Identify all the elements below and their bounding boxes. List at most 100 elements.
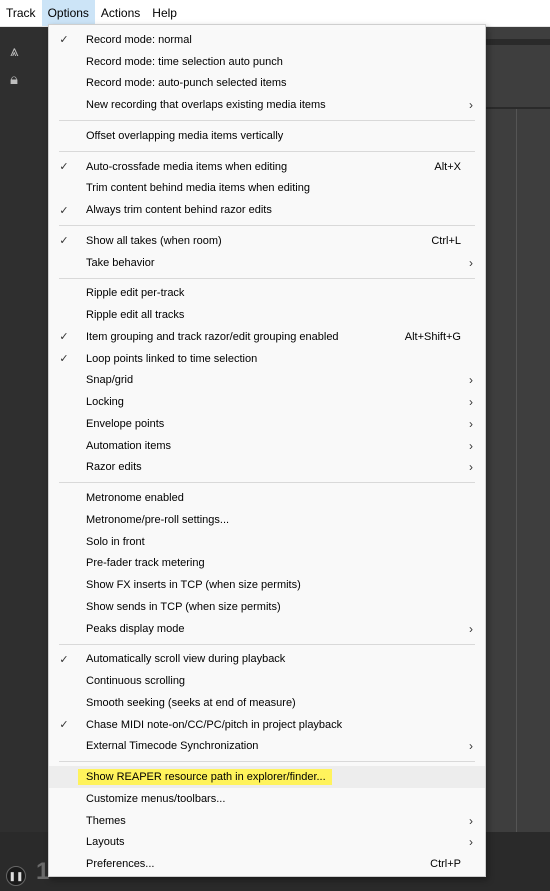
submenu-arrow-icon: › (469, 460, 473, 475)
track-control-panel: ⩓ 🔒︎ (0, 27, 48, 891)
grid-line (516, 109, 517, 859)
menu-item-label: Show REAPER resource path in explorer/fi… (78, 769, 332, 786)
menu-item[interactable]: ✓ Automatically scroll view during playba… (49, 649, 485, 671)
menu-item[interactable]: Automation items › (49, 435, 485, 457)
menu-item[interactable]: Customize menus/toolbars... (49, 788, 485, 810)
menu-item[interactable]: Take behavior › (49, 252, 485, 274)
checkmark-icon: ✓ (59, 719, 69, 732)
menu-item-shortcut: Alt+Shift+G (404, 330, 461, 343)
submenu-arrow-icon: › (469, 621, 473, 636)
menu-item[interactable]: Continuous scrolling (49, 670, 485, 692)
highlight-marker: Show REAPER resource path in explorer/fi… (78, 769, 332, 786)
menu-separator (59, 225, 475, 226)
menubar-help[interactable]: Help (146, 0, 183, 26)
menu-item[interactable]: Locking › (49, 391, 485, 413)
menu-item-label: Item grouping and track razor/edit group… (86, 330, 339, 343)
menu-item-label: Layouts (86, 836, 125, 849)
menu-item[interactable]: New recording that overlaps existing med… (49, 94, 485, 116)
menu-item-label: Show sends in TCP (when size permits) (86, 600, 281, 613)
submenu-arrow-icon: › (469, 395, 473, 410)
menu-item-label: Ripple edit per-track (86, 287, 185, 300)
menu-item-label: Automatically scroll view during playbac… (86, 653, 286, 666)
submenu-arrow-icon: › (469, 813, 473, 828)
options-dropdown-menu: ✓ Record mode: normal Record mode: time se… (48, 24, 486, 877)
lock-icon[interactable]: 🔒︎ (10, 71, 18, 88)
checkmark-icon: ✓ (59, 331, 69, 344)
menu-item[interactable]: Metronome/pre-roll settings... (49, 509, 485, 531)
menu-item[interactable]: Show sends in TCP (when size permits) (49, 596, 485, 618)
menu-item[interactable]: Smooth seeking (seeks at end of measure) (49, 692, 485, 714)
menu-item-label: Record mode: time selection auto punch (86, 55, 283, 68)
menubar-options[interactable]: Options (41, 0, 95, 26)
menu-item[interactable]: ✓ Chase MIDI note-on/CC/PC/pitch in proje… (49, 714, 485, 736)
menu-separator (59, 482, 475, 484)
menu-item-label: Snap/grid (86, 374, 134, 387)
menubar-actions[interactable]: Actions (95, 0, 146, 26)
menu-separator (59, 277, 475, 279)
menu-item-label: Pre-fader track metering (86, 557, 205, 570)
menu-item[interactable]: Snap/grid › (49, 370, 485, 392)
menu-item[interactable]: ✓ Record mode: normal (49, 29, 485, 51)
menu-item-label: Show all takes (when room) (86, 234, 222, 247)
menu-item[interactable]: Trim content behind media items when edi… (49, 178, 485, 200)
menu-item[interactable]: Ripple edit per-track (49, 283, 485, 305)
menu-item[interactable]: Layouts › (49, 832, 485, 854)
submenu-arrow-icon: › (469, 373, 473, 388)
menu-item-label: Continuous scrolling (86, 675, 186, 688)
checkmark-icon: ✓ (59, 204, 69, 217)
menu-item[interactable]: ✓ Auto-crossfade media items when editing… (49, 156, 485, 178)
menu-item-label: Loop points linked to time selection (86, 352, 258, 365)
menu-item-label: Trim content behind media items when edi… (86, 182, 310, 195)
submenu-arrow-icon: › (469, 835, 473, 850)
menu-item[interactable]: ✓ Loop points linked to time selection (49, 348, 485, 370)
submenu-arrow-icon: › (469, 739, 473, 754)
menu-item-label: Smooth seeking (seeks at end of measure) (86, 696, 296, 709)
menu-item-label: Peaks display mode (86, 622, 185, 635)
menubar-track[interactable]: Track (0, 0, 42, 26)
menu-item-label: Themes (86, 814, 126, 827)
menu-item-label: Offset overlapping media items verticall… (86, 129, 284, 142)
menu-item[interactable]: Offset overlapping media items verticall… (49, 125, 485, 147)
menu-item[interactable]: Envelope points › (49, 413, 485, 435)
checkmark-icon: ✓ (59, 161, 69, 174)
menu-item-label: Chase MIDI note-on/CC/PC/pitch in projec… (86, 718, 343, 731)
ruler (486, 39, 550, 45)
menu-item-label: Automation items (86, 439, 171, 452)
menu-item[interactable]: Record mode: auto-punch selected items (49, 73, 485, 95)
menu-item-label: Locking (86, 396, 124, 409)
menu-item-label: Solo in front (86, 535, 145, 548)
menu-item-label: Always trim content behind razor edits (86, 204, 272, 217)
menu-item[interactable]: External Timecode Synchronization › (49, 736, 485, 758)
menu-item[interactable]: Show FX inserts in TCP (when size permit… (49, 574, 485, 596)
menu-item[interactable]: Themes › (49, 810, 485, 832)
menu-item[interactable]: Show REAPER resource path in explorer/fi… (49, 766, 485, 788)
submenu-arrow-icon: › (469, 98, 473, 113)
checkmark-icon: ✓ (59, 353, 69, 366)
menu-item[interactable]: ✓ Show all takes (when room) Ctrl+L (49, 230, 485, 252)
menu-item[interactable]: ✓ Always trim content behind razor edits (49, 199, 485, 221)
menu-separator (59, 150, 475, 152)
submenu-arrow-icon: › (469, 438, 473, 453)
menu-item[interactable]: Solo in front (49, 531, 485, 553)
menu-item[interactable]: Peaks display mode › (49, 618, 485, 640)
menu-item[interactable]: Preferences... Ctrl+P (49, 853, 485, 875)
menu-item[interactable]: ✓ Item grouping and track razor/edit grou… (49, 326, 485, 348)
menu-item[interactable]: Record mode: time selection auto punch (49, 51, 485, 73)
menu-item[interactable]: Pre-fader track metering (49, 553, 485, 575)
divider (486, 107, 550, 109)
checkmark-icon: ✓ (59, 34, 69, 47)
menu-item-label: Record mode: normal (86, 33, 192, 46)
menu-item-label: Customize menus/toolbars... (86, 792, 226, 805)
menu-item[interactable]: Razor edits › (49, 457, 485, 479)
menu-item-label: Envelope points (86, 417, 165, 430)
menu-item-shortcut: Ctrl+L (431, 234, 461, 247)
menu-item[interactable]: Metronome enabled (49, 487, 485, 509)
checkmark-icon: ✓ (59, 235, 69, 248)
menu-item-label: Ripple edit all tracks (86, 309, 185, 322)
menu-item-shortcut: Ctrl+P (430, 858, 461, 871)
pause-button[interactable]: ❚❚ (6, 866, 26, 886)
menu-item[interactable]: Ripple edit all tracks (49, 304, 485, 326)
menu-item-label: Show FX inserts in TCP (when size permit… (86, 579, 301, 592)
menu-separator (59, 643, 475, 645)
metronome-icon[interactable]: ⩓ (10, 43, 18, 60)
